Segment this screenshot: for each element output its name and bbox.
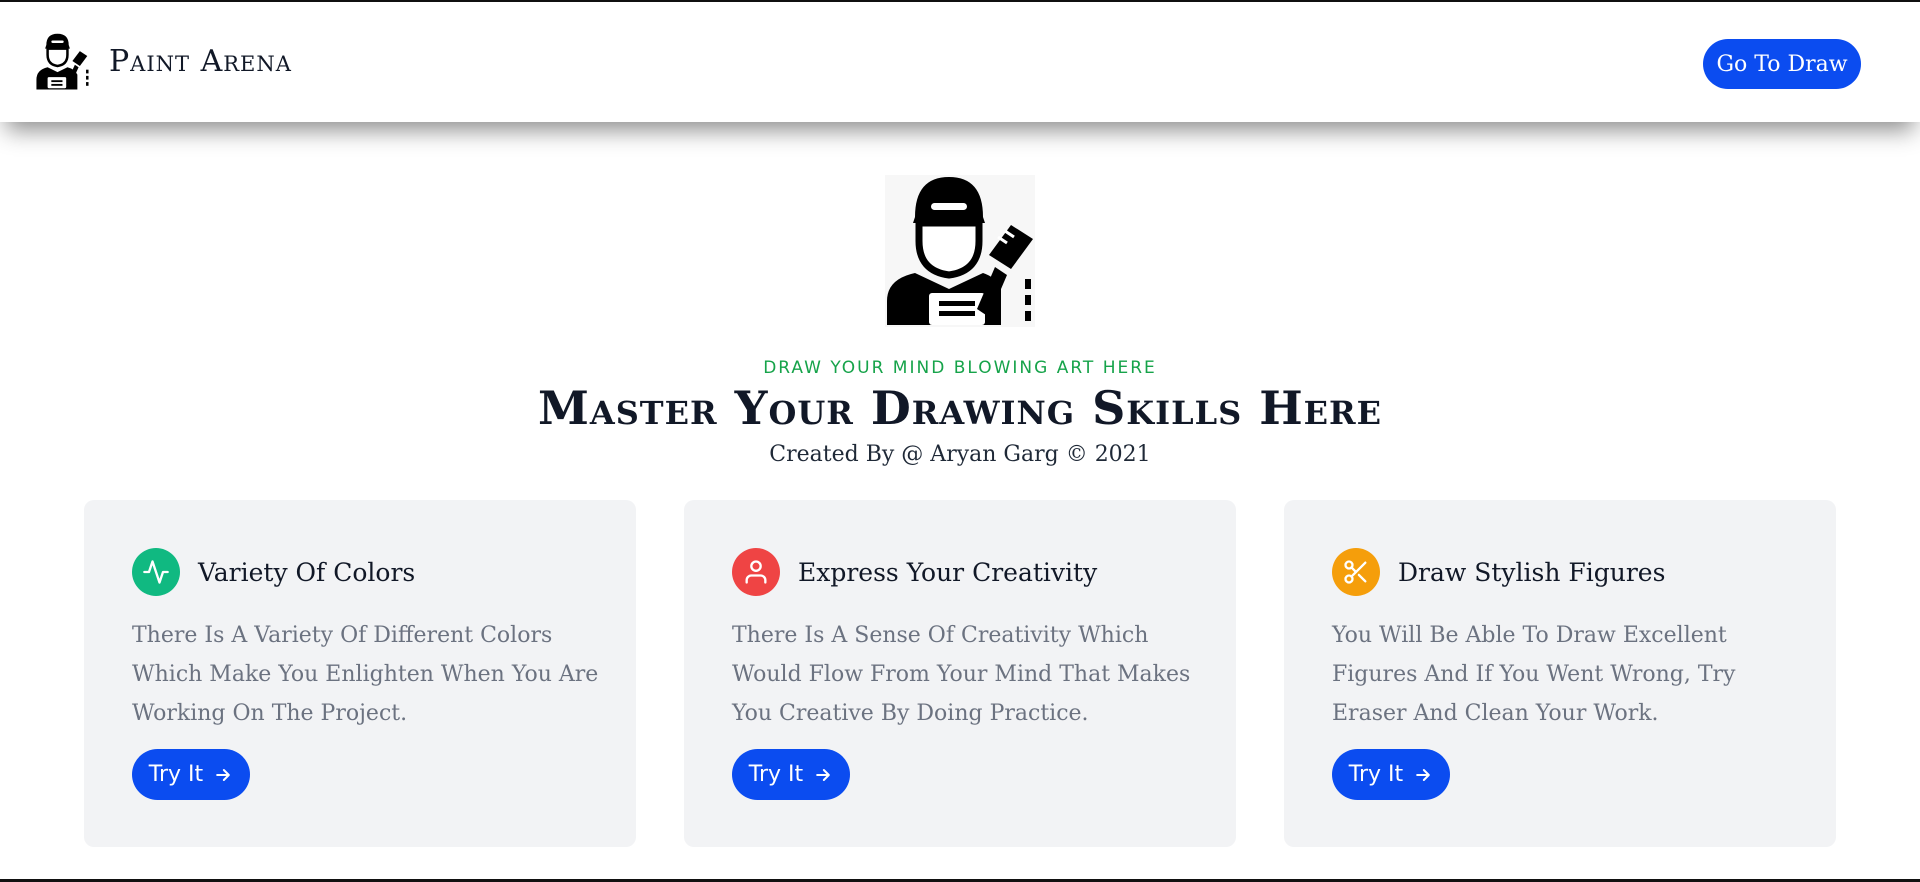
- card-description: There Is A Variety Of Different Colors W…: [132, 623, 599, 726]
- site-header: Paint Arena Go To Draw: [0, 2, 1920, 122]
- feature-card-colors: Variety Of Colors There Is A Variety Of …: [84, 500, 636, 847]
- user-icon: [732, 548, 780, 596]
- try-it-label: Try It: [748, 762, 804, 787]
- page-title: Master Your Drawing Skills Here: [537, 381, 1383, 435]
- arrow-right-icon: [813, 765, 833, 785]
- credit-text: Created By @ Aryan Garg © 2021: [769, 442, 1151, 467]
- card-description: There Is A Sense Of Creativity Which Wou…: [732, 623, 1191, 726]
- try-it-button[interactable]: Try It: [732, 749, 850, 800]
- painter-illustration-icon: [885, 175, 1035, 327]
- card-title: Draw Stylish Figures: [1398, 557, 1666, 587]
- card-title: Express Your Creativity: [798, 557, 1098, 587]
- tagline: DRAW YOUR MIND BLOWING ART HERE: [763, 358, 1157, 378]
- card-header: Draw Stylish Figures: [1332, 548, 1665, 596]
- go-to-draw-button[interactable]: Go To Draw: [1703, 39, 1861, 89]
- try-it-button[interactable]: Try It: [1332, 749, 1450, 800]
- card-header: Express Your Creativity: [732, 548, 1097, 596]
- brand-name: Paint Arena: [109, 43, 292, 79]
- card-title: Variety Of Colors: [198, 557, 416, 587]
- card-header: Variety Of Colors: [132, 548, 415, 596]
- feature-card-creativity: Express Your Creativity There Is A Sense…: [684, 500, 1236, 847]
- arrow-right-icon: [1413, 765, 1433, 785]
- activity-icon: [132, 548, 180, 596]
- card-description: You Will Be Able To Draw Excellent Figur…: [1332, 623, 1736, 726]
- try-it-button[interactable]: Try It: [132, 749, 250, 800]
- brand[interactable]: Paint Arena: [29, 30, 292, 92]
- arrow-right-icon: [213, 765, 233, 785]
- painter-logo-icon: [29, 30, 91, 92]
- try-it-label: Try It: [1348, 762, 1404, 787]
- feature-card-figures: Draw Stylish Figures You Will Be Able To…: [1284, 500, 1836, 847]
- try-it-label: Try It: [148, 762, 204, 787]
- scissors-icon: [1332, 548, 1380, 596]
